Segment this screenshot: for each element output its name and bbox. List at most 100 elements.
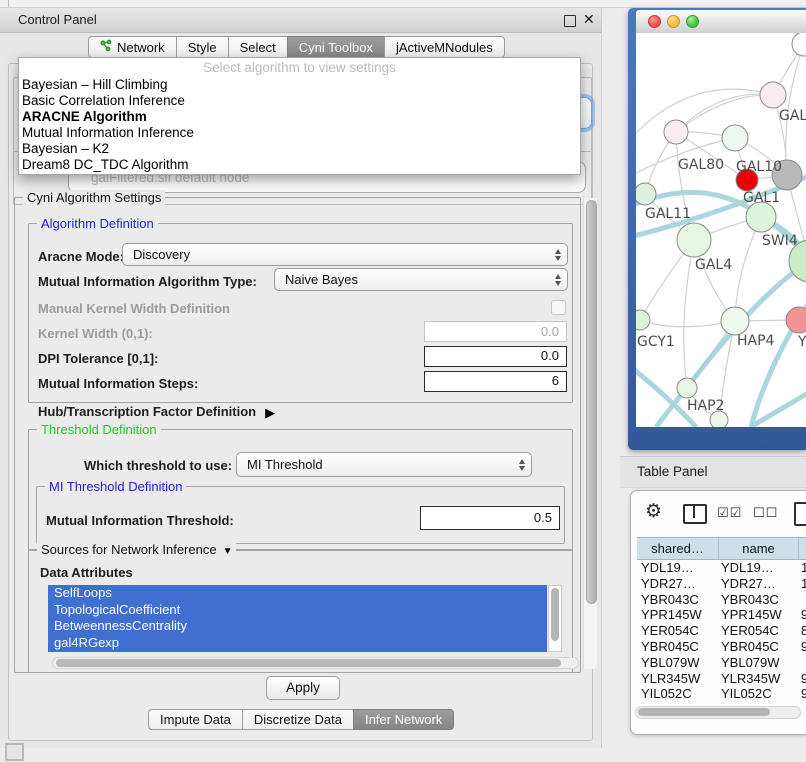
algorithm-dropdown-item[interactable]: Mutual Information Inference — [19, 125, 580, 141]
network-node-gal80[interactable] — [664, 120, 688, 144]
table-row[interactable]: YBR045C YBR045C 9. — [637, 639, 806, 655]
cell-value: 8. — [799, 623, 806, 639]
dpi-tolerance-field[interactable]: 0.0 — [424, 346, 567, 367]
tab-network[interactable]: Network — [88, 36, 176, 58]
cell-name: YBR043C — [719, 592, 799, 608]
network-canvas[interactable]: GAL GAL80 GAL10 GAL1 GAL11 SWI4 GAL4 GCY… — [636, 33, 806, 427]
data-attribute-item-selected[interactable]: SelfLoops — [48, 585, 547, 602]
network-window-titlebar[interactable] — [636, 10, 806, 34]
scrollbar-thumb[interactable] — [586, 200, 597, 604]
tab-impute-data[interactable]: Impute Data — [148, 709, 242, 730]
algorithm-dropdown-item[interactable]: Bayesian – Hill Climbing — [19, 77, 580, 93]
mi-threshold-label: Mutual Information Threshold: — [46, 513, 234, 528]
scrollbar-thumb[interactable] — [551, 588, 559, 641]
data-attribute-item-selected[interactable]: TopologicalCoefficient — [48, 602, 547, 619]
column-visibility-icon[interactable] — [683, 504, 707, 524]
cell-name: YPR145W — [719, 607, 799, 623]
algorithm-dropdown-item[interactable]: ARACNE Algorithm — [19, 109, 580, 125]
table-row[interactable]: YBR043C YBR043C — [637, 592, 806, 608]
hub-tf-definition-toggle[interactable]: Hub/Transcription Factor Definition▶ — [38, 404, 275, 420]
table-row[interactable]: YER054C YER054C 8. — [637, 623, 806, 639]
apply-button[interactable]: Apply — [266, 676, 340, 700]
network-node[interactable] — [792, 33, 806, 56]
mi-threshold-field[interactable]: 0.5 — [420, 506, 560, 530]
mi-algorithm-type-combobox[interactable]: Naive Bayes — [274, 268, 568, 291]
document-icon[interactable] — [794, 502, 806, 526]
network-node-gcy1[interactable] — [636, 310, 650, 330]
tab-select[interactable]: Select — [228, 36, 287, 58]
tab-style[interactable]: Style — [176, 36, 228, 58]
algorithm-dropdown-item[interactable]: Basic Correlation Inference — [19, 93, 580, 109]
tab-select-label: Select — [240, 40, 276, 55]
attributes-horizontal-scrollbar[interactable] — [52, 657, 579, 669]
node-label: SWI4 — [762, 233, 798, 249]
algorithm-dropdown-item[interactable]: Bayesian – K2 — [19, 141, 580, 157]
column-header-shared-name[interactable]: shared… — [637, 538, 719, 559]
manual-kernel-width-checkbox[interactable] — [551, 300, 566, 315]
close-traffic-light-icon[interactable] — [648, 15, 661, 28]
attributes-vertical-scrollbar[interactable] — [548, 585, 562, 652]
mi-algorithm-type-value: Naive Bayes — [285, 272, 358, 287]
table-row[interactable]: YBL079W YBL079W — [637, 655, 806, 671]
column-header-name[interactable]: name — [719, 538, 799, 559]
stepper-arrows-icon — [519, 459, 525, 471]
panel-grip[interactable] — [5, 743, 24, 761]
cell-value: 9 — [799, 686, 806, 702]
cell-shared-name: YIL052C — [637, 686, 719, 702]
tab-impute-data-label: Impute Data — [160, 712, 231, 727]
data-attribute-item-selected[interactable]: BetweennessCentrality — [48, 618, 547, 635]
network-node[interactable] — [760, 82, 786, 108]
aracne-mode-combobox[interactable]: Discovery — [122, 243, 568, 266]
kernel-width-field[interactable]: 0.0 — [424, 321, 567, 342]
cell-shared-name: YLR345W — [637, 671, 719, 687]
tab-jactivemnodules[interactable]: jActiveMNodules — [384, 36, 505, 58]
table-row[interactable]: YPR145W YPR145W 9. — [637, 607, 806, 623]
settings-vertical-scrollbar[interactable] — [583, 198, 597, 669]
control-panel-window: Control Panel ✕ Network Style — [0, 8, 602, 748]
table-row[interactable]: YDL19… YDL19… 13 — [637, 560, 806, 576]
algorithm-dropdown-item[interactable]: Dream8 DC_TDC Algorithm — [19, 157, 580, 173]
network-node-swi4[interactable] — [746, 202, 776, 232]
which-threshold-value: MI Threshold — [247, 457, 323, 472]
column-header-partial[interactable] — [799, 538, 806, 559]
data-attributes-label: Data Attributes — [40, 565, 133, 580]
sources-title[interactable]: Sources for Network Inference▼ — [37, 542, 236, 557]
network-node-hap4[interactable] — [721, 307, 749, 335]
threshold-definition-title: Threshold Definition — [37, 422, 161, 437]
scrollbar-thumb[interactable] — [638, 708, 770, 716]
cell-name: YER054C — [719, 623, 799, 639]
minimize-traffic-light-icon[interactable] — [667, 15, 680, 28]
node-label: GAL1 — [743, 190, 780, 206]
tab-infer-network[interactable]: Infer Network — [353, 709, 454, 730]
deselect-all-checkboxes-icon[interactable]: ☐☐ — [753, 505, 778, 521]
data-attribute-item-selected[interactable]: gal4RGexp — [48, 635, 547, 652]
tab-discretize-data[interactable]: Discretize Data — [242, 709, 353, 730]
algorithm-dropdown-placeholder: Select algorithm to view settings — [19, 58, 580, 77]
network-node-gal11[interactable] — [636, 183, 656, 205]
float-panel-icon[interactable] — [564, 15, 576, 27]
zoom-traffic-light-icon[interactable] — [686, 15, 699, 28]
network-node-salmon[interactable] — [786, 307, 806, 333]
network-node-gal10[interactable] — [722, 125, 748, 151]
which-threshold-combobox[interactable]: MI Threshold — [236, 452, 532, 477]
node-label: Y — [797, 334, 806, 350]
cell-shared-name: YBL079W — [637, 655, 719, 671]
table-row[interactable]: YLR345W YLR345W 9. — [637, 671, 806, 687]
select-all-checkboxes-icon[interactable]: ☑☑ — [717, 505, 742, 521]
stepper-arrows-icon — [555, 274, 561, 286]
collapse-arrow-icon: ▼ — [223, 546, 233, 557]
mi-steps-field[interactable]: 6 — [424, 371, 567, 392]
gear-icon[interactable]: ⚙ — [645, 501, 662, 523]
network-node-hap2[interactable] — [677, 378, 697, 398]
tab-cyni-toolbox[interactable]: Cyni Toolbox — [287, 36, 384, 58]
control-panel-titlebar: Control Panel ✕ — [0, 8, 601, 33]
cell-name: YIL052C — [719, 686, 799, 702]
hub-tf-definition-label: Hub/Transcription Factor Definition — [38, 404, 256, 419]
table-horizontal-scrollbar[interactable] — [635, 706, 801, 719]
table-row[interactable]: YIL052C YIL052C 9 — [637, 686, 806, 702]
control-panel-tabbar: Network Style Select Cyni Toolbox jActiv… — [88, 36, 505, 58]
table-row[interactable]: YDR27… YDR27… 12 — [637, 576, 806, 592]
scrollbar-thumb[interactable] — [56, 659, 561, 667]
close-icon[interactable]: ✕ — [583, 11, 595, 28]
network-node-gal4[interactable] — [677, 223, 711, 257]
